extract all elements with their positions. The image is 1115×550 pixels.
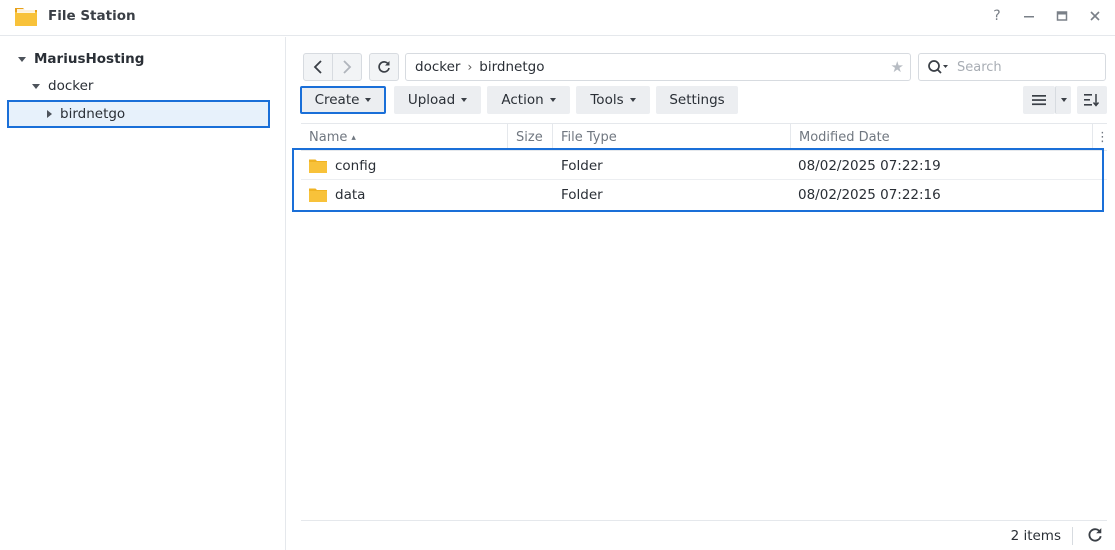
column-file-type[interactable]: File Type [561,124,617,151]
folder-icon [309,180,327,209]
refresh-button[interactable] [369,53,399,81]
chevron-left-icon [313,60,322,74]
tree-item-label: docker [48,78,94,94]
minimize-icon [1024,16,1034,18]
close-icon [1090,11,1100,21]
refresh-icon[interactable] [1087,527,1103,547]
help-button[interactable]: ? [986,6,1008,26]
create-label: Create [314,92,360,108]
list-view-icon [1032,95,1046,106]
action-button[interactable]: Action [487,86,570,114]
caret-down-icon[interactable] [32,83,40,89]
path-segment-docker[interactable]: docker [415,59,460,75]
upload-label: Upload [407,92,456,108]
caret-down-icon [549,98,556,102]
app-title: File Station [48,8,136,24]
tools-label: Tools [590,92,624,108]
settings-button[interactable]: Settings [656,86,738,114]
create-button[interactable]: Create [300,86,386,114]
back-button[interactable] [303,53,333,81]
file-name: data [335,186,366,203]
file-modified: 08/02/2025 07:22:16 [798,186,941,203]
tools-button[interactable]: Tools [576,86,650,114]
search-placeholder: Search [957,59,1002,75]
file-name: config [335,157,377,174]
path-separator: › [467,60,473,74]
sort-icon [1084,94,1100,107]
status-bar: 2 items [301,520,1107,550]
tree-item-birdnetgo[interactable]: birdnetgo [47,100,125,128]
caret-down-icon [365,98,372,102]
sort-button[interactable] [1077,86,1107,114]
status-divider [1072,527,1073,545]
close-button[interactable] [1084,6,1106,26]
file-type: Folder [561,157,603,174]
column-name[interactable]: Name ▴ [309,124,356,151]
search-icon[interactable] [927,59,949,75]
action-label: Action [501,92,544,108]
caret-down-icon [629,98,636,102]
view-options-button[interactable] [1055,86,1071,114]
file-station-icon [14,4,38,28]
star-icon[interactable]: ★ [891,58,904,76]
upload-button[interactable]: Upload [394,86,481,114]
table-row[interactable]: config Folder 08/02/2025 07:22:19 [301,151,1107,180]
caret-right-icon[interactable] [47,110,52,118]
sort-ascending-icon: ▴ [351,132,356,143]
column-divider[interactable] [1092,124,1093,151]
path-bar[interactable]: docker › birdnetgo ★ [405,53,911,81]
column-modified-date[interactable]: Modified Date [799,124,890,151]
column-size[interactable]: Size [516,124,543,151]
file-list-header: Name ▴ Size File Type Modified Date ⋮ [301,123,1109,151]
refresh-icon [378,61,390,73]
tree-item-mariushosting[interactable]: MariusHosting [18,45,144,73]
forward-button[interactable] [332,53,362,81]
item-count: 2 items [1010,528,1061,544]
file-type: Folder [561,186,603,203]
main-panel: docker › birdnetgo ★ Search Create Uploa… [287,37,1115,550]
column-divider[interactable] [507,124,508,151]
table-row[interactable]: data Folder 08/02/2025 07:22:16 [301,180,1107,209]
folder-icon [309,151,327,180]
settings-label: Settings [669,92,725,108]
caret-down-icon [461,98,468,102]
tree-item-label: birdnetgo [60,106,126,122]
maximize-button[interactable] [1051,6,1073,26]
minimize-button[interactable] [1018,6,1040,26]
tree-item-docker[interactable]: docker [32,72,93,100]
title-bar: File Station ? [0,0,1115,36]
sidebar-tree: MariusHosting docker birdnetgo [0,37,286,550]
view-list-button[interactable] [1023,86,1055,114]
column-divider[interactable] [790,124,791,151]
file-modified: 08/02/2025 07:22:19 [798,157,941,174]
path-segment-birdnetgo[interactable]: birdnetgo [479,59,544,75]
caret-down-icon[interactable] [18,56,26,62]
column-divider[interactable] [552,124,553,151]
tree-item-label: MariusHosting [34,51,145,67]
chevron-right-icon [343,60,352,74]
search-input[interactable]: Search [918,53,1106,81]
column-menu-icon[interactable]: ⋮ [1096,124,1109,151]
column-name-label: Name [309,130,348,145]
maximize-icon [1056,11,1068,21]
caret-down-icon [1060,98,1067,102]
